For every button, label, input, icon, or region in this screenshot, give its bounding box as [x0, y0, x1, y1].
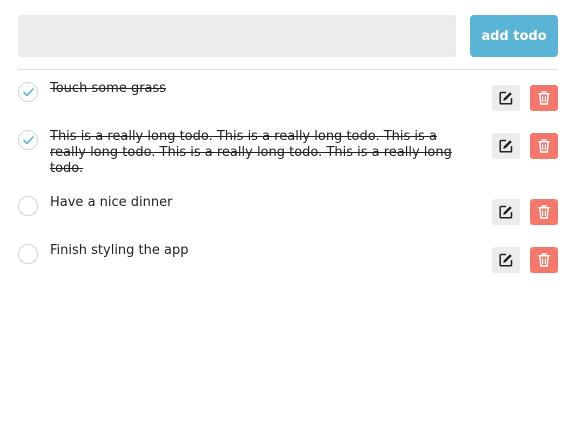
todo-actions	[492, 247, 558, 273]
todo-list: Touch some grass This is a really long t…	[18, 70, 558, 279]
edit-icon	[499, 253, 513, 267]
trash-icon	[538, 205, 550, 219]
todo-item: Have a nice dinner	[18, 183, 558, 231]
todo-app: add todo Touch some grass This is a real…	[0, 0, 577, 434]
todo-actions	[492, 133, 558, 159]
new-todo-input[interactable]	[18, 15, 456, 57]
delete-button[interactable]	[530, 85, 558, 111]
edit-icon	[499, 205, 513, 219]
todo-item: This is a really long todo. This is a re…	[18, 117, 558, 183]
add-todo-button[interactable]: add todo	[470, 15, 558, 57]
todo-actions	[492, 199, 558, 225]
edit-button[interactable]	[492, 247, 520, 273]
todo-item: Touch some grass	[18, 70, 558, 117]
complete-toggle[interactable]	[18, 196, 38, 216]
delete-button[interactable]	[530, 133, 558, 159]
delete-button[interactable]	[530, 199, 558, 225]
todo-text: Touch some grass	[50, 81, 167, 96]
edit-button[interactable]	[492, 133, 520, 159]
complete-toggle[interactable]	[18, 130, 38, 150]
todo-item: Finish styling the app	[18, 231, 558, 279]
checkmark-icon	[22, 135, 34, 144]
todo-text: This is a really long todo. This is a re…	[50, 129, 452, 176]
todo-text: Have a nice dinner	[50, 195, 173, 210]
complete-toggle[interactable]	[18, 82, 38, 102]
delete-button[interactable]	[530, 247, 558, 273]
todo-text: Finish styling the app	[50, 243, 189, 258]
trash-icon	[538, 253, 550, 267]
new-todo-form: add todo	[18, 15, 558, 57]
edit-button[interactable]	[492, 85, 520, 111]
trash-icon	[538, 139, 550, 153]
edit-icon	[499, 139, 513, 153]
complete-toggle[interactable]	[18, 244, 38, 264]
checkmark-icon	[22, 87, 34, 96]
todo-actions	[492, 85, 558, 111]
trash-icon	[538, 91, 550, 105]
edit-icon	[499, 91, 513, 105]
edit-button[interactable]	[492, 199, 520, 225]
